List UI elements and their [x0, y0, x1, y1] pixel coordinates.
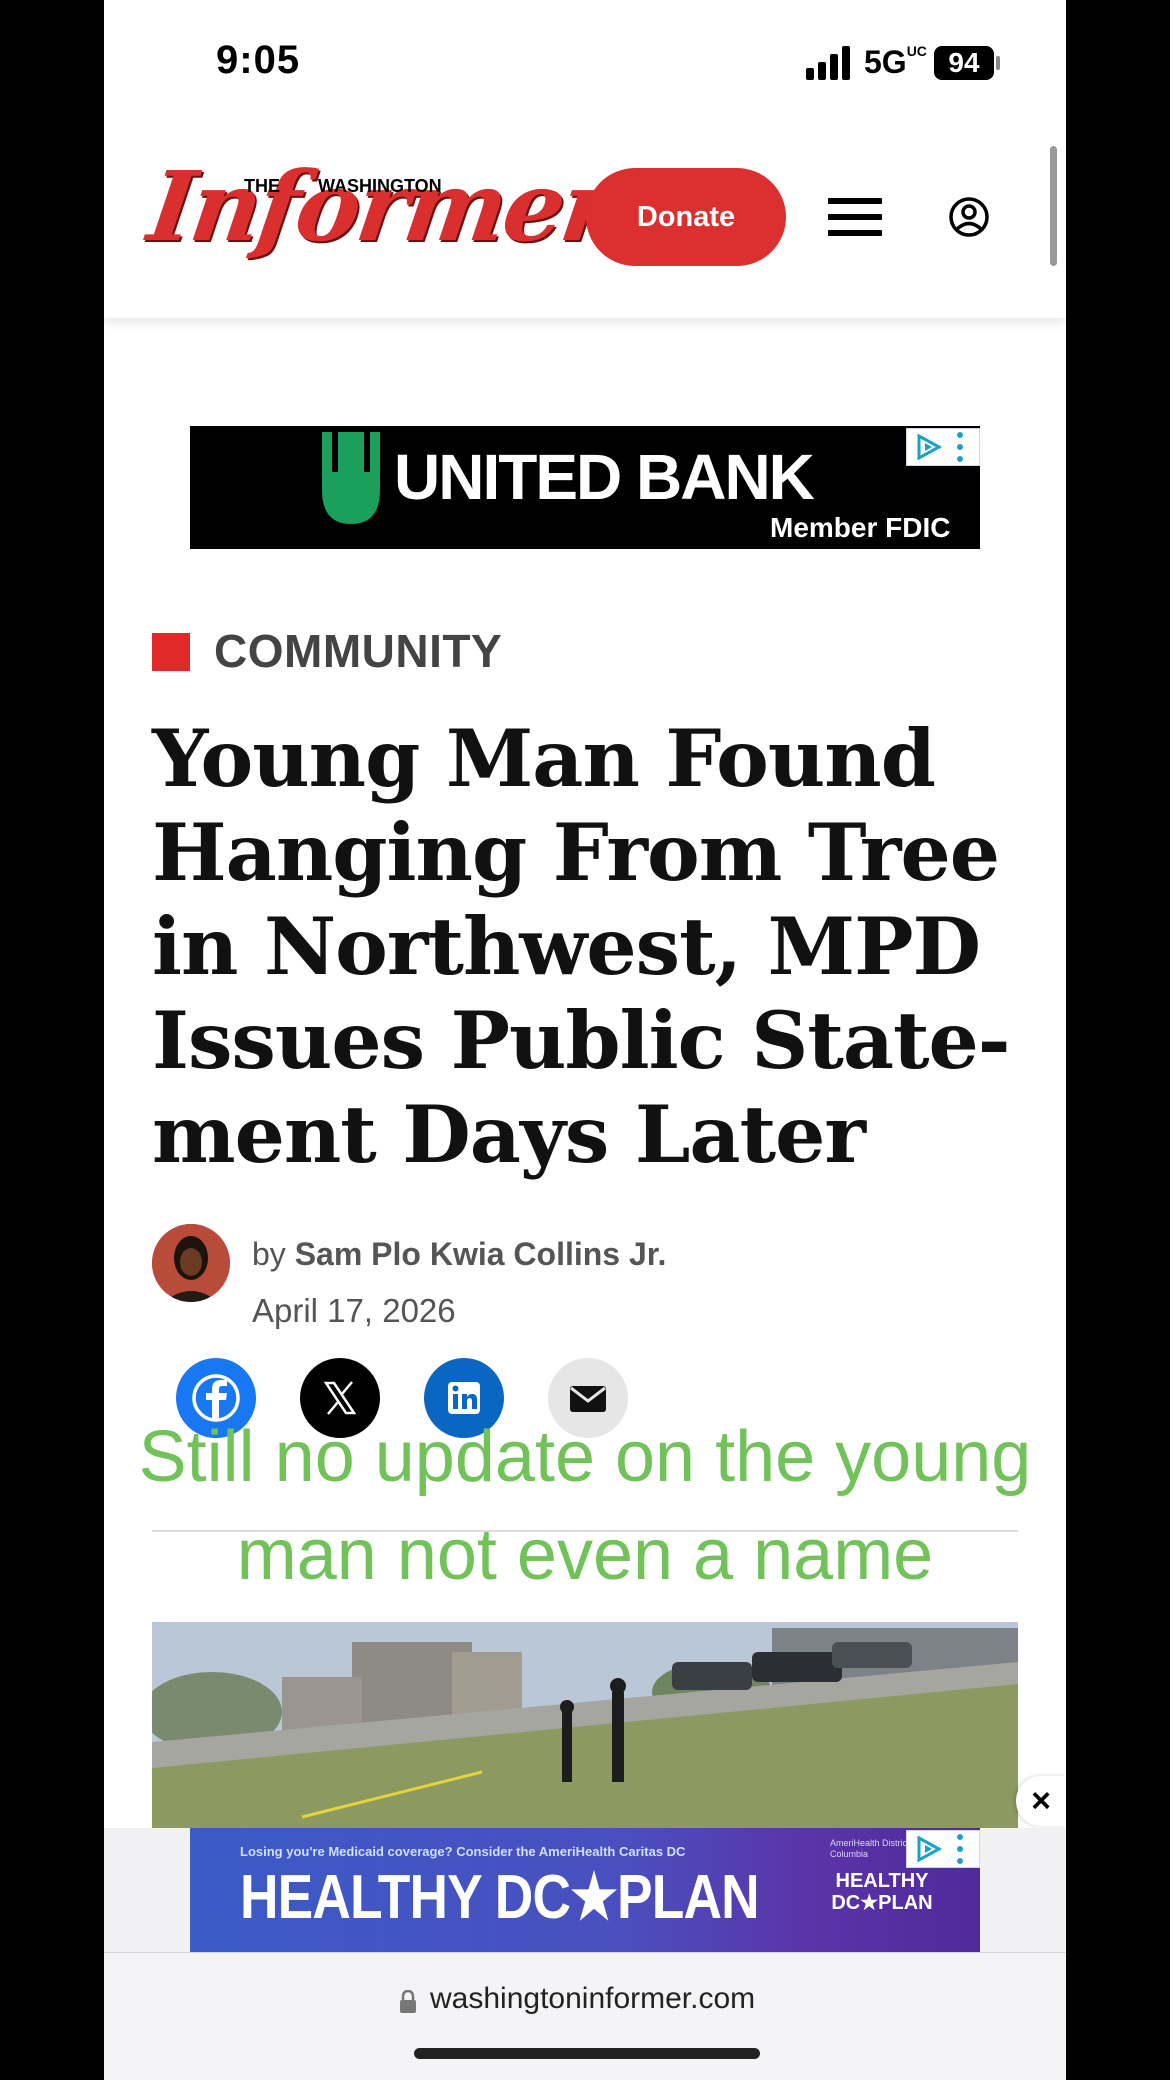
- ad-main-text: HEALTHY DC★PLAN: [240, 1863, 760, 1932]
- ad-sub-text: Member FDIC: [770, 512, 951, 543]
- close-ad-button[interactable]: ×: [1016, 1776, 1066, 1826]
- lock-icon: [400, 1989, 416, 2014]
- ad-tagline: Losing you're Medicaid coverage? Conside…: [240, 1844, 686, 1859]
- author-byline: by Sam Plo Kwia Collins Jr.: [252, 1236, 667, 1272]
- adchoices-icon[interactable]: [906, 1830, 980, 1868]
- status-time: 9:05: [216, 38, 301, 82]
- category-label[interactable]: COMMUNITY: [214, 624, 502, 678]
- logo-washington: WASHINGTON: [318, 176, 442, 196]
- category-marker: [152, 633, 190, 671]
- overlay-caption: Still no update on the young man not eve…: [138, 1417, 1032, 1595]
- ad-banner-healthy-dc[interactable]: Losing you're Medicaid coverage? Conside…: [190, 1828, 980, 1952]
- donate-button[interactable]: Donate: [586, 168, 786, 266]
- ad-brand-text: UNITED BANK: [394, 441, 815, 513]
- ad-side-logo: HEALTHY DC★PLAN: [831, 1870, 933, 1914]
- network-indicator: 5GUC: [864, 43, 927, 80]
- ad-banner-united-bank[interactable]: UNITED BANK Member FDIC: [190, 426, 980, 549]
- article-headline: Young Man Found Hanging From Tree in Nor…: [152, 712, 1011, 1181]
- author-avatar[interactable]: [152, 1224, 230, 1302]
- phone-screen: 9:05 5GUC 94 Informer THE WASHINGTON Don…: [104, 0, 1066, 2080]
- author-name[interactable]: Sam Plo Kwia Collins Jr.: [295, 1236, 667, 1272]
- united-bank-logo-icon: [322, 432, 380, 524]
- battery-nub: [996, 56, 1000, 70]
- signal-icon: [806, 46, 852, 80]
- home-indicator[interactable]: [414, 2048, 760, 2059]
- browser-address-bar[interactable]: [104, 1952, 1066, 2080]
- hamburger-menu-icon[interactable]: [828, 198, 882, 236]
- logo-the: THE: [244, 176, 280, 196]
- article-photo[interactable]: [152, 1622, 1018, 1828]
- adchoices-icon[interactable]: [906, 428, 980, 466]
- site-logo[interactable]: Informer: [142, 150, 618, 263]
- scrollbar[interactable]: [1050, 146, 1057, 266]
- account-icon[interactable]: [948, 196, 990, 238]
- battery-icon: 94: [934, 46, 994, 80]
- url-text[interactable]: washingtoninformer.com: [430, 1982, 755, 2016]
- publish-date: April 17, 2026: [252, 1292, 456, 1329]
